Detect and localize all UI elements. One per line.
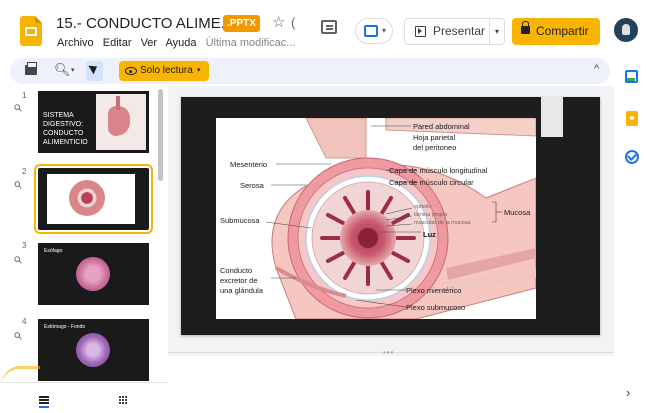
label-pared-abdominal: Pared abdominal	[413, 122, 470, 131]
histology-image	[76, 257, 110, 291]
present-screen-icon	[364, 25, 378, 37]
read-only-label: Solo lectura	[140, 65, 193, 76]
chevron-down-icon: ▾	[197, 67, 201, 74]
present-options-button[interactable]: ▾	[489, 18, 505, 45]
expand-side-panel-icon[interactable]: ›	[626, 385, 630, 400]
slide-thumbnail-2[interactable]	[34, 164, 153, 234]
file-format-badge: .PPTX	[223, 15, 260, 32]
tasks-icon[interactable]	[625, 150, 639, 164]
read-only-mode-button[interactable]: Solo lectura ▾	[119, 61, 209, 81]
label-muscular-mucosa: muscular de la mucosa	[414, 220, 471, 226]
toolbar: 🔍︎ ▾ Solo lectura ▾ ^	[10, 58, 610, 84]
keep-icon[interactable]	[626, 111, 638, 126]
share-button[interactable]: Compartir	[512, 18, 600, 45]
label-submucosa: Submucosa	[220, 216, 260, 225]
slide-corner-decoration	[541, 97, 563, 137]
user-avatar[interactable]	[614, 18, 638, 42]
menu-archivo[interactable]: Archivo	[57, 37, 94, 49]
comment-history-icon[interactable]	[321, 20, 337, 34]
intestine-cross-section-diagram: Pared abdominal Hoja parietal del perito…	[216, 118, 536, 319]
digestive-system-image	[96, 94, 146, 150]
collapse-menus-icon[interactable]: ^	[594, 63, 599, 75]
histology-image	[76, 333, 110, 367]
intestine-diagram-thumbnail	[47, 174, 135, 224]
slide-number: 2	[22, 167, 27, 176]
label-hoja-parietal: Hoja parietal	[413, 133, 455, 142]
slide-thumbnail-1[interactable]: SISTEMA DIGESTIVO: CONDUCTO ALIMENTICIO	[38, 91, 149, 153]
slides-logo-icon[interactable]	[20, 16, 42, 46]
label-mesenterio: Mesenterio	[230, 160, 267, 169]
list-view-icon[interactable]	[39, 396, 49, 408]
thumbnail-title: SISTEMA DIGESTIVO: CONDUCTO ALIMENTICIO	[43, 112, 88, 146]
move-folder-icon[interactable]: (	[291, 15, 295, 30]
slide-number: 4	[22, 317, 27, 326]
chevron-down-icon: ▾	[382, 26, 387, 35]
label-epitelio: epitelio	[414, 204, 431, 210]
thumbnail-label: Estómago - Fondo	[44, 324, 86, 330]
label-del-peritoneo: del peritoneo	[413, 143, 456, 152]
slideshow-icon	[415, 26, 426, 37]
label-musculo-longitudinal: Capa de músculo longitudinal	[389, 166, 488, 175]
label-excretor: excretor de	[220, 276, 258, 285]
menu-ver[interactable]: Ver	[141, 37, 158, 49]
share-label: Compartir	[536, 24, 589, 38]
label-lamina-propia: lámina propia	[414, 212, 448, 218]
thumbnail-label: Esófago	[44, 248, 63, 254]
last-edit-link[interactable]: Última modificac...	[206, 37, 296, 49]
document-title[interactable]: 15.- CONDUCTO ALIME...	[56, 15, 233, 32]
speaker-notes-area[interactable]	[168, 356, 614, 413]
filmstrip-scrollbar[interactable]	[158, 89, 163, 181]
zoom-chevron-down-icon[interactable]: ▾	[71, 66, 75, 74]
slide-thumbnail-3[interactable]: Esófago	[38, 243, 149, 305]
menu-ayuda[interactable]: Ayuda	[166, 37, 197, 49]
select-cursor-icon[interactable]	[86, 61, 103, 81]
star-icon[interactable]: ☆	[272, 13, 285, 31]
print-icon[interactable]	[25, 62, 37, 75]
label-luz: Luz	[423, 230, 436, 239]
slide-number: 3	[22, 241, 27, 250]
zoom-icon[interactable]: 🔍︎	[54, 62, 71, 78]
app-header: 15.- CONDUCTO ALIME... .PPTX ☆ ( Archivo…	[0, 0, 646, 58]
label-plexo-mienterico: Plexo mientérico	[406, 286, 461, 295]
grid-view-icon[interactable]	[119, 396, 129, 404]
meet-present-button[interactable]: ▾	[355, 18, 393, 44]
slide-thumbnail-4[interactable]: Estómago - Fondo	[38, 319, 149, 381]
present-button[interactable]: Presentar	[404, 18, 490, 45]
menu-editar[interactable]: Editar	[103, 37, 132, 49]
present-label: Presentar	[433, 24, 486, 38]
label-musculo-circular: Capa de músculo circular	[389, 178, 474, 187]
label-serosa: Serosa	[240, 181, 265, 190]
label-plexo-submucoso: Plexo submucoso	[406, 303, 465, 312]
calendar-icon[interactable]	[625, 70, 638, 83]
lock-icon	[521, 21, 530, 34]
filmstrip-view-toggle	[0, 382, 168, 413]
eye-icon	[125, 67, 137, 75]
label-conducto: Conducto	[220, 266, 252, 275]
label-mucosa: Mucosa	[504, 208, 531, 217]
menu-bar: Archivo Editar Ver Ayuda Última modifica…	[57, 37, 301, 49]
slides-app: 15.- CONDUCTO ALIME... .PPTX ☆ ( Archivo…	[0, 0, 646, 413]
slide-number: 1	[22, 91, 27, 100]
label-glandula: una glándula	[220, 286, 264, 295]
